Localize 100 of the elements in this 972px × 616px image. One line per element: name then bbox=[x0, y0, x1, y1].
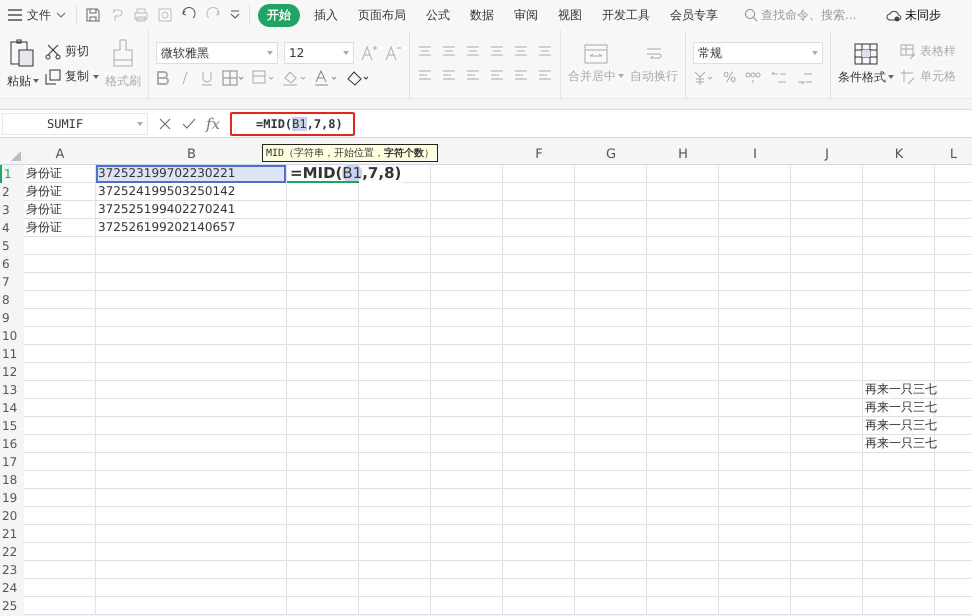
row-header[interactable]: 14 bbox=[0, 399, 24, 417]
row-header[interactable]: 12 bbox=[0, 363, 24, 381]
preview-icon[interactable] bbox=[157, 7, 173, 23]
caret-icon bbox=[33, 79, 39, 83]
row-header[interactable]: 9 bbox=[0, 309, 24, 327]
cloud-icon bbox=[886, 8, 902, 22]
underline-icon[interactable] bbox=[200, 70, 214, 86]
row-header[interactable]: 4 bbox=[0, 219, 24, 237]
search-icon bbox=[744, 8, 758, 22]
function-button[interactable]: fx bbox=[206, 114, 220, 132]
column-header[interactable]: L bbox=[935, 146, 972, 164]
copy-button[interactable]: 复制 bbox=[45, 68, 99, 85]
row-header[interactable]: 19 bbox=[0, 489, 24, 507]
decrease-font-icon[interactable] bbox=[384, 44, 402, 62]
caret-icon bbox=[888, 75, 894, 79]
copy-icon bbox=[45, 68, 61, 84]
table-cell-text: 身份证 bbox=[25, 165, 63, 182]
font-color-icon[interactable] bbox=[314, 70, 338, 86]
row-header[interactable]: 2 bbox=[0, 183, 24, 201]
caret-icon bbox=[137, 122, 143, 126]
ribbon-tab[interactable]: 会员专享 bbox=[664, 4, 724, 26]
clipboard-icon bbox=[10, 38, 36, 68]
table-cell-text: 再来一只三七 bbox=[864, 417, 935, 434]
row-header[interactable]: 5 bbox=[0, 237, 24, 255]
ribbon-tab[interactable]: 页面布局 bbox=[352, 4, 412, 26]
scissors-icon bbox=[45, 44, 61, 60]
ribbon-tab[interactable]: 数据 bbox=[464, 4, 500, 26]
table-cell-text: 身份证 bbox=[25, 219, 63, 236]
table-cell-text: 身份证 bbox=[25, 201, 63, 218]
caret-icon bbox=[267, 51, 273, 55]
row-header[interactable]: 24 bbox=[0, 579, 24, 597]
row-header[interactable]: 13 bbox=[0, 381, 24, 399]
column-header[interactable]: H bbox=[647, 146, 719, 164]
cell-editor[interactable]: =MID(B1,7,8) bbox=[287, 165, 404, 183]
row-header[interactable]: 17 bbox=[0, 453, 24, 471]
table-cell-text: 372526199202140657 bbox=[97, 219, 236, 236]
column-header[interactable]: A bbox=[24, 146, 96, 164]
merge-icon bbox=[584, 44, 608, 64]
check-icon[interactable] bbox=[182, 116, 196, 130]
ribbon-tab[interactable]: 视图 bbox=[552, 4, 588, 26]
table-cell-text: 再来一只三七 bbox=[864, 399, 935, 416]
row-header[interactable]: 23 bbox=[0, 561, 24, 579]
cut-button[interactable]: 剪切 bbox=[45, 43, 99, 60]
border-icon[interactable] bbox=[222, 70, 244, 86]
conditional-format-button[interactable]: 条件格式 bbox=[838, 42, 894, 86]
font-size-field[interactable]: 12 bbox=[284, 42, 354, 64]
caret-icon bbox=[343, 51, 349, 55]
row-header[interactable]: 16 bbox=[0, 435, 24, 453]
row-header[interactable]: 25 bbox=[0, 597, 24, 615]
table-cell: 372523199702230221 bbox=[96, 165, 286, 183]
caret-icon bbox=[93, 74, 99, 78]
name-box[interactable]: SUMIF bbox=[2, 112, 148, 134]
ribbon-tab[interactable]: 插入 bbox=[308, 4, 344, 26]
paste-button[interactable]: 粘贴 bbox=[7, 38, 39, 90]
table-cell-text: 身份证 bbox=[25, 183, 63, 200]
bold-icon[interactable] bbox=[156, 70, 170, 86]
paint-bucket-icon[interactable] bbox=[282, 70, 306, 86]
cell-brush-icon bbox=[900, 68, 916, 84]
dropdown-icon[interactable] bbox=[229, 10, 241, 20]
thousands-icon[interactable] bbox=[744, 70, 762, 86]
row-header[interactable]: 3 bbox=[0, 201, 24, 219]
column-header[interactable]: K bbox=[863, 146, 935, 164]
print-icon[interactable] bbox=[133, 7, 149, 23]
table-cell-text: 再来一只三七 bbox=[864, 381, 935, 398]
row-header[interactable]: 10 bbox=[0, 327, 24, 345]
increase-font-icon[interactable] bbox=[360, 44, 378, 62]
column-header[interactable]: J bbox=[791, 146, 863, 164]
row-header[interactable]: 15 bbox=[0, 417, 24, 435]
row-header[interactable]: 8 bbox=[0, 291, 24, 309]
currency-icon[interactable] bbox=[693, 70, 715, 86]
column-header[interactable]: F bbox=[503, 146, 575, 164]
save-icon[interactable] bbox=[85, 7, 101, 23]
ribbon-tab[interactable]: 开发工具 bbox=[596, 4, 656, 26]
select-all-icon[interactable] bbox=[11, 151, 21, 161]
file-menu[interactable]: 文件 bbox=[6, 6, 68, 24]
row-header[interactable]: 11 bbox=[0, 345, 24, 363]
chevron-icon bbox=[56, 12, 66, 18]
row-header[interactable]: 22 bbox=[0, 543, 24, 561]
table-brush-icon bbox=[900, 44, 916, 60]
row-header[interactable]: 7 bbox=[0, 273, 24, 291]
sync-status[interactable]: 未同步 bbox=[880, 6, 947, 24]
cancel-icon[interactable] bbox=[158, 116, 172, 130]
column-header[interactable]: G bbox=[575, 146, 647, 164]
ribbon-tab[interactable]: 审阅 bbox=[508, 4, 544, 26]
table-cell-text: 372524199503250142 bbox=[97, 183, 236, 200]
row-header[interactable]: 18 bbox=[0, 471, 24, 489]
row-header[interactable]: 21 bbox=[0, 525, 24, 543]
number-format-field[interactable]: 常规 bbox=[693, 42, 823, 64]
row-header[interactable]: 6 bbox=[0, 255, 24, 273]
eraser-icon[interactable] bbox=[346, 70, 370, 86]
caret-icon bbox=[812, 51, 818, 55]
column-header[interactable]: I bbox=[719, 146, 791, 164]
cell-fill-icon[interactable] bbox=[252, 70, 274, 86]
formula-field[interactable]: =MID(B1,7,8) bbox=[230, 112, 355, 136]
row-header[interactable]: 20 bbox=[0, 507, 24, 525]
table-grid-icon bbox=[854, 42, 878, 64]
caret-icon bbox=[618, 74, 624, 78]
ribbon-tab[interactable]: 公式 bbox=[420, 4, 456, 26]
command-search[interactable]: 查找命令、搜索... bbox=[744, 8, 866, 22]
font-name-field[interactable]: 微软雅黑 bbox=[156, 42, 278, 64]
